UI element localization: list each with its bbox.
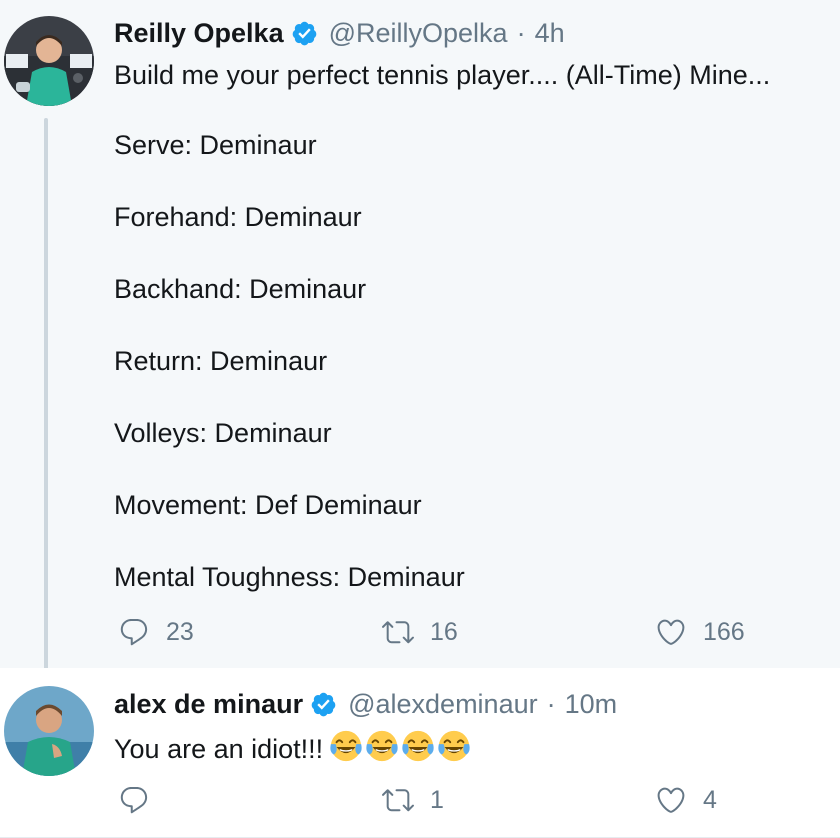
retweet-count: 1: [430, 785, 444, 814]
tweet-actions: 1 4: [114, 780, 774, 820]
retweet-icon: [382, 784, 414, 816]
handle[interactable]: @ReillyOpelka: [329, 16, 508, 50]
tweet-body-line: Volleys: Deminaur: [114, 418, 332, 448]
heart-icon: [655, 784, 687, 816]
retweet-button[interactable]: 1: [382, 780, 444, 820]
tweet-header: Reilly Opelka @ReillyOpelka · 4h: [114, 16, 565, 50]
separator: ·: [516, 18, 526, 48]
tweet-text: Build me your perfect tennis player.... …: [114, 60, 771, 90]
avatar[interactable]: [4, 686, 94, 776]
tweet-actions: 23 16 166: [114, 612, 774, 652]
separator: ·: [546, 689, 556, 719]
avatar-photo-icon: [4, 16, 94, 106]
reply-button[interactable]: 23: [118, 612, 194, 652]
avatar[interactable]: [4, 16, 94, 106]
tweet-deminaur[interactable]: alex de minaur @alexdeminaur · 10m You a…: [0, 668, 840, 838]
reply-button[interactable]: [118, 780, 166, 820]
retweet-button[interactable]: 16: [382, 612, 458, 652]
timestamp[interactable]: 4h: [535, 16, 565, 50]
tweet-body-line: Movement: Def Deminaur: [114, 490, 422, 520]
tears-of-joy-emoji-icon: [437, 729, 471, 763]
tweet-body-line: Return: Deminaur: [114, 346, 328, 376]
like-count: 4: [703, 785, 717, 814]
like-button[interactable]: 166: [655, 612, 745, 652]
verified-badge-icon: [291, 20, 318, 47]
tweet-text: You are an idiot!!!: [114, 734, 324, 764]
tweet-body-line: Backhand: Deminaur: [114, 274, 367, 304]
tweet-text-row: You are an idiot!!!: [114, 729, 471, 766]
tweet-body-line: Mental Toughness: Deminaur: [114, 562, 465, 592]
reply-count: 23: [166, 617, 194, 646]
like-button[interactable]: 4: [655, 780, 717, 820]
reply-icon: [118, 784, 150, 816]
retweet-count: 16: [430, 617, 458, 646]
timestamp[interactable]: 10m: [565, 687, 618, 721]
avatar-photo-icon: [4, 686, 94, 776]
display-name[interactable]: Reilly Opelka: [114, 16, 284, 50]
heart-icon: [655, 616, 687, 648]
tweet-body-line: Serve: Deminaur: [114, 130, 317, 160]
tears-of-joy-emoji-icon: [401, 729, 435, 763]
tweet-header: alex de minaur @alexdeminaur · 10m: [114, 687, 617, 721]
emoji-group: [329, 729, 471, 763]
display-name[interactable]: alex de minaur: [114, 687, 303, 721]
reply-icon: [118, 616, 150, 648]
retweet-icon: [382, 616, 414, 648]
like-count: 166: [703, 617, 745, 646]
tears-of-joy-emoji-icon: [365, 729, 399, 763]
tweet-opelka[interactable]: Reilly Opelka @ReillyOpelka · 4h Build m…: [0, 0, 840, 674]
thread-line: [44, 118, 48, 674]
verified-badge-icon: [310, 691, 337, 718]
tweet-body-line: Forehand: Deminaur: [114, 202, 362, 232]
tears-of-joy-emoji-icon: [329, 729, 363, 763]
handle[interactable]: @alexdeminaur: [348, 687, 538, 721]
